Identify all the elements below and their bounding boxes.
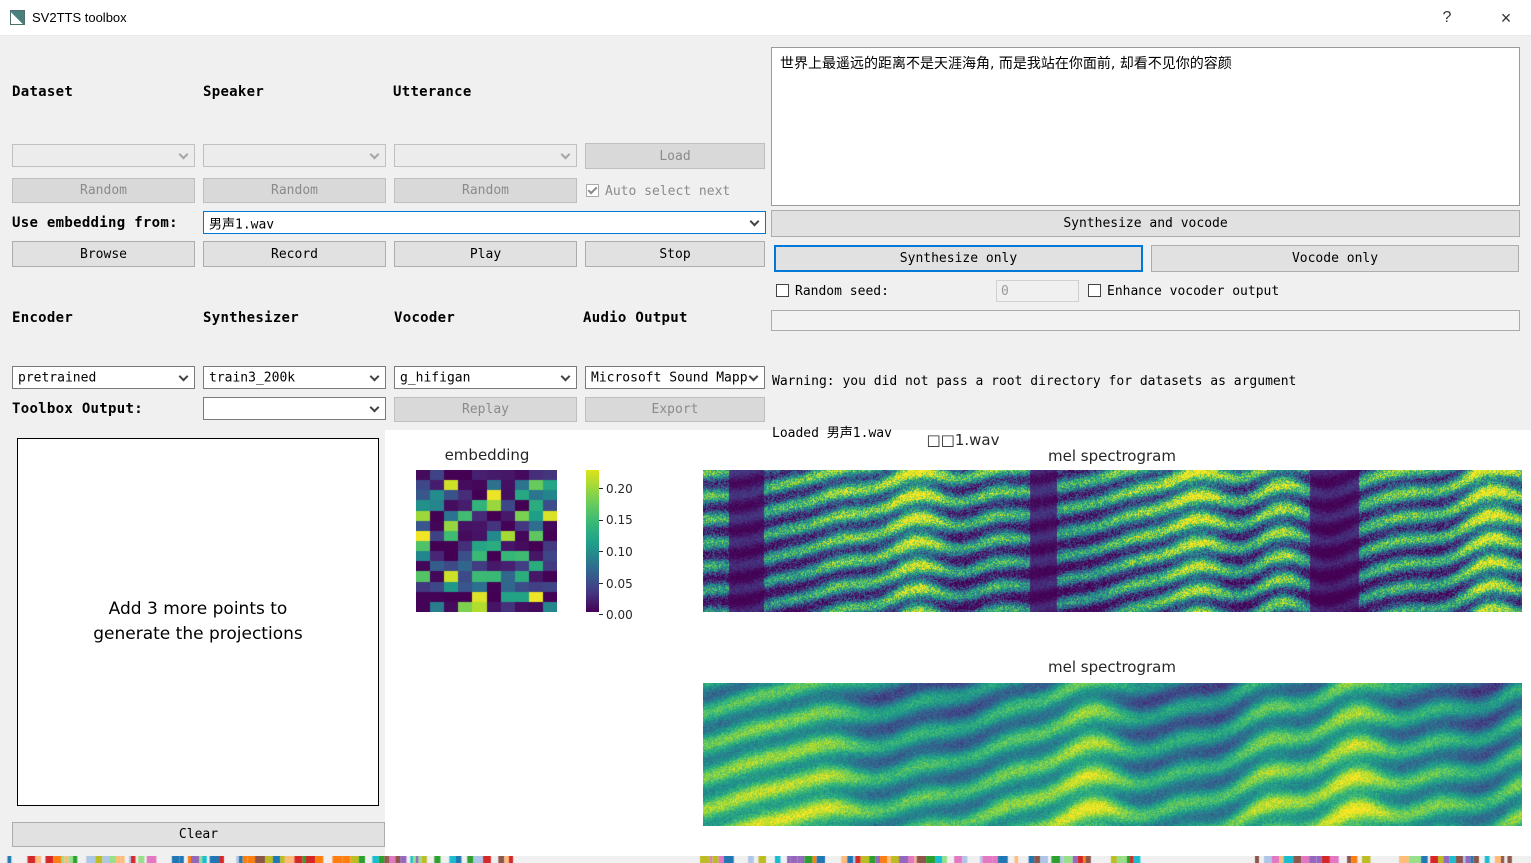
- random-dataset-button[interactable]: Random: [12, 178, 195, 203]
- colorbar-tick: [599, 488, 603, 489]
- embedding-colorbar: [586, 470, 599, 612]
- load-button[interactable]: Load: [585, 143, 765, 169]
- chevron-down-icon: [179, 150, 189, 160]
- colorbar-tick-label: 0.10: [606, 545, 633, 559]
- chevron-down-icon: [370, 372, 380, 382]
- auto-select-next-checkbox[interactable]: [586, 184, 599, 197]
- utterance-label: Utterance: [393, 84, 472, 100]
- chevron-down-icon: [179, 372, 189, 382]
- colorbar-tick-label: 0.15: [606, 513, 633, 527]
- colorbar-tick: [599, 583, 603, 584]
- bottom-plot-strip: [0, 856, 1531, 863]
- mel-spectrogram-title-2: mel spectrogram: [1012, 658, 1212, 676]
- enhance-vocoder-checkbox[interactable]: [1088, 284, 1101, 297]
- dataset-label: Dataset: [12, 84, 73, 100]
- colorbar-tick: [599, 520, 603, 521]
- embedding-source-select[interactable]: 男声1.wav: [203, 211, 766, 234]
- play-button[interactable]: Play: [394, 241, 577, 267]
- umap-projection-plot[interactable]: Add 3 more points to generate the projec…: [17, 438, 379, 806]
- colorbar-tick-label: 0.20: [606, 482, 633, 496]
- random-seed-label: Random seed:: [795, 284, 889, 299]
- synthesis-text-input[interactable]: 世界上最遥远的距离不是天涯海角, 而是我站在你面前, 却看不见你的容颜: [771, 47, 1520, 206]
- enhance-vocoder-label: Enhance vocoder output: [1107, 284, 1279, 299]
- chevron-down-icon: [370, 150, 380, 160]
- toolbox-output-select[interactable]: [203, 397, 386, 420]
- vocoder-select[interactable]: g_hifigan: [394, 366, 577, 389]
- speaker-label: Speaker: [203, 84, 264, 100]
- colorbar-tick: [599, 551, 603, 552]
- export-button[interactable]: Export: [585, 397, 765, 422]
- stop-button[interactable]: Stop: [585, 241, 765, 267]
- audio-output-label: Audio Output: [583, 310, 688, 326]
- vocoder-label: Vocoder: [394, 310, 455, 326]
- mel-spectrogram-title-1: mel spectrogram: [1012, 447, 1212, 465]
- toolbox-output-label: Toolbox Output:: [12, 401, 143, 417]
- utterance-select[interactable]: [394, 144, 577, 167]
- vocode-only-button[interactable]: Vocode only: [1151, 245, 1519, 272]
- app-icon: [10, 10, 25, 25]
- use-embedding-from-label: Use embedding from:: [12, 215, 178, 231]
- audio-output-select[interactable]: Microsoft Sound Mapp: [585, 366, 765, 389]
- seed-value-input[interactable]: [996, 280, 1079, 302]
- dataset-select[interactable]: [12, 144, 195, 167]
- log-line: Warning: you did not pass a root directo…: [772, 373, 1382, 390]
- synthesize-only-button[interactable]: Synthesize only: [774, 245, 1143, 272]
- synthesizer-label: Synthesizer: [203, 310, 299, 326]
- mel-spectrogram-synthesized: [703, 683, 1522, 826]
- chevron-down-icon: [749, 372, 759, 382]
- speaker-select[interactable]: [203, 144, 386, 167]
- close-button[interactable]: ×: [1490, 4, 1522, 32]
- app-window: SV2TTS toolbox ? × Dataset Speaker Utter…: [0, 0, 1531, 863]
- embedding-heatmap: [416, 470, 557, 612]
- random-speaker-button[interactable]: Random: [203, 178, 386, 203]
- auto-select-next-label: Auto select next: [605, 184, 730, 199]
- window-title: SV2TTS toolbox: [32, 10, 127, 25]
- browse-button[interactable]: Browse: [12, 241, 195, 267]
- mel-spectrogram-source: [703, 470, 1522, 612]
- chevron-down-icon: [750, 217, 760, 227]
- help-button[interactable]: ?: [1433, 4, 1461, 32]
- embedding-plot-title: embedding: [416, 446, 558, 464]
- projection-message-line2: generate the projections: [93, 622, 302, 647]
- synthesizer-select[interactable]: train3_200k: [203, 366, 386, 389]
- colorbar-tick: [599, 614, 603, 615]
- replay-button[interactable]: Replay: [394, 397, 577, 422]
- encoder-select[interactable]: pretrained: [12, 366, 195, 389]
- colorbar-tick-label: 0.00: [606, 608, 633, 622]
- random-utterance-button[interactable]: Random: [394, 178, 577, 203]
- generation-progress-bar: [771, 310, 1520, 331]
- chevron-down-icon: [370, 403, 380, 413]
- clear-button[interactable]: Clear: [12, 822, 385, 847]
- chevron-down-icon: [561, 372, 571, 382]
- encoder-label: Encoder: [12, 310, 73, 326]
- synthesize-and-vocode-button[interactable]: Synthesize and vocode: [771, 210, 1520, 237]
- record-button[interactable]: Record: [203, 241, 386, 267]
- projection-message-line1: Add 3 more points to: [109, 597, 288, 622]
- chevron-down-icon: [561, 150, 571, 160]
- colorbar-tick-label: 0.05: [606, 577, 633, 591]
- title-bar: SV2TTS toolbox ? ×: [0, 0, 1531, 36]
- random-seed-checkbox[interactable]: [776, 284, 789, 297]
